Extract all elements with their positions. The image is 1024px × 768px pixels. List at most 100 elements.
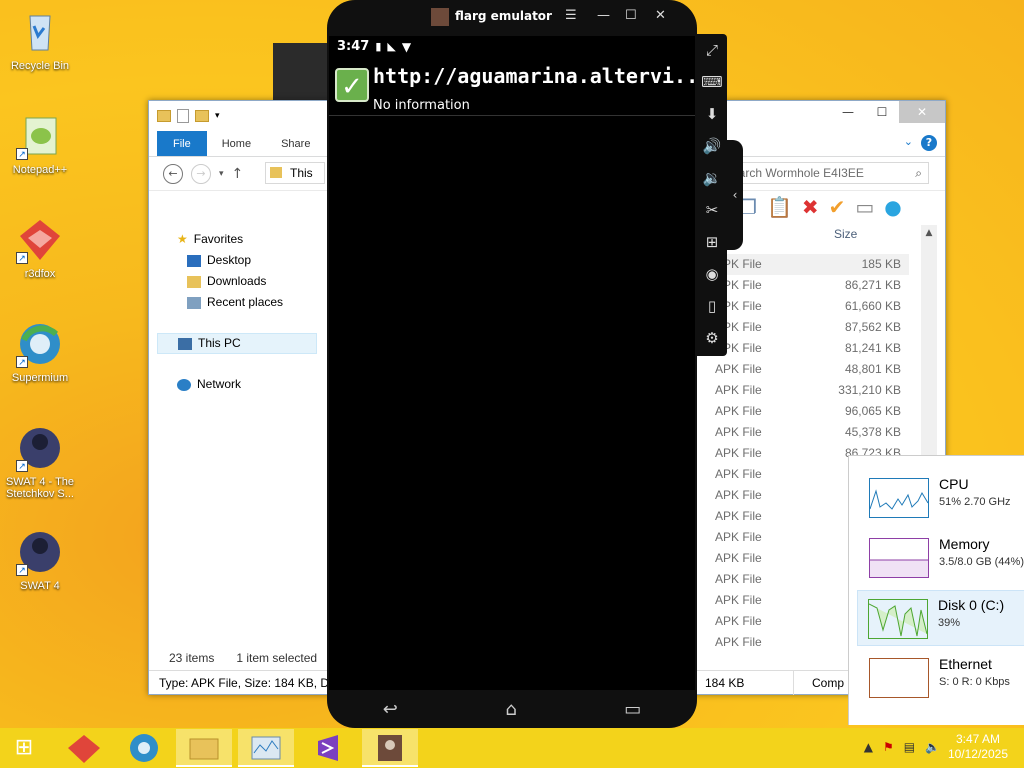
- navigation-pane: ★ Favorites Desktop Downloads Recent pla…: [157, 229, 317, 395]
- search-input[interactable]: earch Wormhole E4I3EE ⌕: [725, 162, 929, 184]
- tab-share[interactable]: Share: [266, 131, 325, 156]
- desktop-icon-r3dfox[interactable]: ↗ r3dfox: [0, 216, 80, 280]
- taskbar-flarg-emulator[interactable]: [362, 729, 418, 767]
- perf-memory[interactable]: Memory 3.5/8.0 GB (44%): [859, 530, 1024, 586]
- chevron-up-icon[interactable]: ▲: [864, 740, 873, 754]
- file-row[interactable]: APK File 185 KB: [709, 254, 909, 275]
- task-manager-performance: CPU 51% 2.70 GHz Memory 3.5/8.0 GB (44%)…: [848, 455, 1024, 725]
- taskbar-r3dfox[interactable]: [56, 729, 112, 767]
- minimize-button[interactable]: —: [831, 101, 865, 123]
- desktop-icon-notepad[interactable]: ↗ Notepad++: [0, 112, 80, 176]
- back-button[interactable]: ←: [163, 163, 183, 184]
- notification[interactable]: ✓ http://aguamarina.altervi... No inform…: [329, 58, 710, 116]
- clock-date: 10/12/2025: [947, 747, 1008, 761]
- multi-instance-icon[interactable]: ⊞: [697, 226, 727, 258]
- file-row[interactable]: APK File 61,660 KB: [709, 296, 909, 317]
- network-icon[interactable]: ▤: [904, 740, 915, 754]
- desktop-icon-swat4[interactable]: ↗ SWAT 4: [0, 528, 80, 592]
- expand-ribbon-icon[interactable]: ⌄: [904, 135, 913, 148]
- nav-favorites[interactable]: ★ Favorites: [157, 229, 317, 250]
- file-row[interactable]: APK File 48,801 KB: [709, 359, 909, 380]
- options-icon[interactable]: ●: [884, 195, 901, 219]
- rename-icon[interactable]: ▭: [855, 195, 874, 219]
- shortcut-arrow-icon: ↗: [16, 356, 28, 368]
- file-row[interactable]: APK File 331,210 KB: [709, 380, 909, 401]
- file-row[interactable]: APK File 87,562 KB: [709, 317, 909, 338]
- nav-this-pc[interactable]: This PC: [157, 333, 317, 354]
- file-size: 331,210 KB: [838, 383, 901, 397]
- home-icon[interactable]: ⌂: [505, 699, 516, 720]
- maximize-button[interactable]: ☐: [865, 101, 899, 123]
- close-button[interactable]: ✕: [655, 8, 666, 23]
- action-center-icon[interactable]: ⚑: [883, 740, 894, 754]
- file-row[interactable]: APK File 86,271 KB: [709, 275, 909, 296]
- file-row[interactable]: APK File 96,065 KB: [709, 401, 909, 422]
- file-type: APK File: [715, 425, 762, 439]
- emulator-window[interactable]: flarg emulator ☰ — ☐ ✕ 3:47 ▮ ◣ ▼ ✓ http…: [327, 0, 710, 728]
- recents-icon[interactable]: ▭: [624, 699, 641, 720]
- emulator-side-toolbar: ⤢ ⌨ ⬇ 🔊 🔉 ✂ ⊞ ◉ ▯ ⚙: [697, 34, 727, 356]
- fullscreen-icon[interactable]: ⤢: [697, 34, 727, 66]
- forward-button[interactable]: →: [191, 163, 211, 184]
- delete-icon[interactable]: ✖: [802, 195, 819, 219]
- location-icon[interactable]: ◉: [697, 258, 727, 290]
- volume-down-icon[interactable]: 🔉: [697, 162, 727, 194]
- shortcut-arrow-icon: ↗: [16, 148, 28, 160]
- taskbar-supermium[interactable]: [116, 729, 172, 767]
- keyboard-icon[interactable]: ⌨: [697, 66, 727, 98]
- desktop-icon-supermium[interactable]: ↗ Supermium: [0, 320, 80, 384]
- volume-icon[interactable]: 🔈: [925, 740, 940, 754]
- file-type: APK File: [715, 551, 762, 565]
- collapse-toolbar-icon[interactable]: ‹: [727, 140, 743, 250]
- tab-home[interactable]: Home: [207, 131, 266, 156]
- nav-downloads[interactable]: Downloads: [157, 271, 317, 292]
- perf-ethernet[interactable]: Ethernet S: 0 R: 0 Kbps: [859, 650, 1024, 706]
- file-row[interactable]: APK File 45,378 KB: [709, 422, 909, 443]
- nav-desktop[interactable]: Desktop: [157, 250, 317, 271]
- taskbar: ⊞ ▲ ⚑ ▤ 🔈 3:47 AM 10/12/2025: [0, 728, 1024, 768]
- computer-icon: [178, 337, 192, 350]
- file-size: 61,660 KB: [844, 299, 901, 313]
- nav-network[interactable]: Network: [157, 374, 317, 395]
- taskbar-visual-studio[interactable]: [300, 729, 356, 767]
- maximize-button[interactable]: ☐: [625, 8, 637, 23]
- task-manager-icon: [251, 736, 281, 760]
- back-icon[interactable]: ↩: [383, 699, 398, 720]
- close-button[interactable]: ✕: [899, 101, 945, 123]
- checkmark-icon[interactable]: ✔: [829, 195, 846, 219]
- minimize-button[interactable]: —: [597, 8, 610, 23]
- install-apk-icon[interactable]: ⬇: [697, 98, 727, 130]
- emulator-titlebar[interactable]: flarg emulator ☰ — ☐ ✕: [327, 0, 697, 34]
- r3dfox-icon: [68, 735, 100, 763]
- perf-disk[interactable]: Disk 0 (C:) 39%: [857, 590, 1024, 646]
- settings-icon[interactable]: ⚙: [697, 322, 727, 354]
- clock[interactable]: 3:47 AM 10/12/2025: [948, 732, 1008, 762]
- menu-icon[interactable]: ☰: [565, 8, 577, 23]
- tab-file[interactable]: File: [157, 131, 207, 156]
- paste-icon[interactable]: 📋: [767, 195, 792, 219]
- recent-locations-icon[interactable]: ▾: [219, 169, 224, 179]
- downloads-icon: [187, 275, 201, 288]
- shake-icon[interactable]: ▯: [697, 290, 727, 322]
- desktop-icon-swat4-stetchkov[interactable]: ↗ SWAT 4 - The Stetchkov S...: [0, 424, 80, 500]
- properties-icon[interactable]: [177, 109, 189, 123]
- network-icon: [177, 378, 191, 391]
- emulator-screen[interactable]: 3:47 ▮ ◣ ▼ ✓ http://aguamarina.altervi..…: [329, 36, 710, 690]
- address-input[interactable]: This: [265, 162, 325, 184]
- help-icon[interactable]: ?: [921, 135, 937, 151]
- screenshot-icon[interactable]: ✂: [697, 194, 727, 226]
- background-window[interactable]: [273, 43, 333, 103]
- taskbar-file-explorer[interactable]: [176, 729, 232, 767]
- desktop-icon-recycle-bin[interactable]: Recycle Bin: [0, 8, 80, 72]
- file-row[interactable]: APK File 81,241 KB: [709, 338, 909, 359]
- start-button[interactable]: ⊞: [0, 728, 48, 768]
- taskbar-task-manager[interactable]: [238, 729, 294, 767]
- up-button[interactable]: ↑: [232, 166, 244, 182]
- file-size: 87,562 KB: [844, 320, 901, 334]
- perf-cpu[interactable]: CPU 51% 2.70 GHz: [859, 470, 1024, 526]
- scroll-up-icon[interactable]: ▲: [921, 225, 937, 241]
- chevron-down-icon[interactable]: ▾: [215, 111, 220, 121]
- volume-up-icon[interactable]: 🔊: [697, 130, 727, 162]
- nav-recent-places[interactable]: Recent places: [157, 292, 317, 313]
- new-folder-icon[interactable]: [195, 110, 209, 122]
